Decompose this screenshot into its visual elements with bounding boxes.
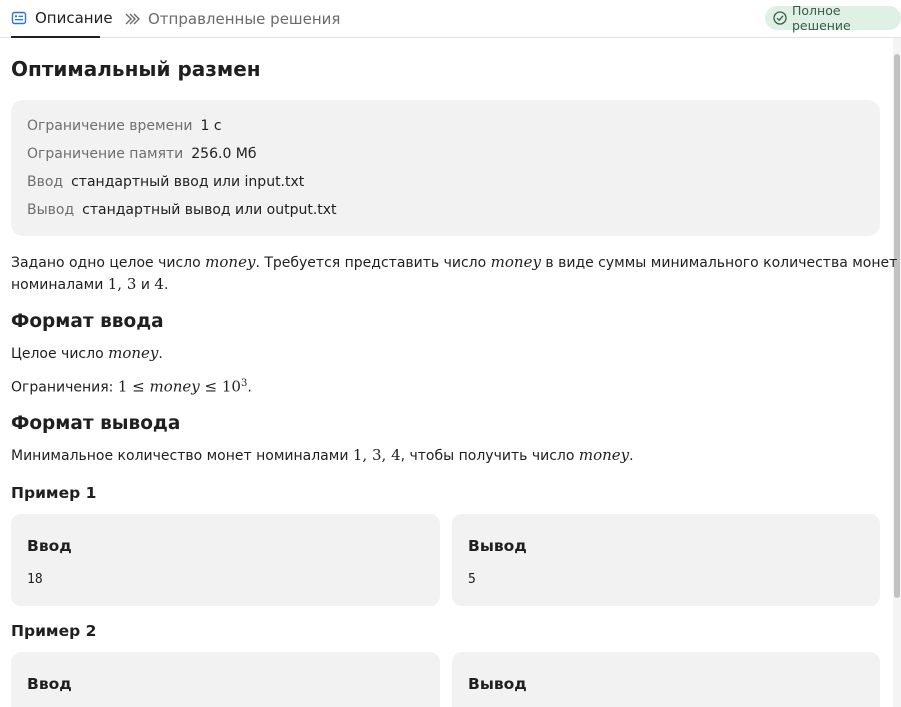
limits-panel: Ограничение времени 1 с Ограничение памят… (11, 100, 880, 236)
limit-key: Ограничение времени (27, 118, 193, 134)
math-money: money (578, 446, 630, 464)
limit-key: Ввод (27, 174, 64, 190)
example-1-input-box: Ввод 18 (11, 514, 440, 606)
math-comma: , (362, 446, 372, 464)
math-number: 3 (126, 275, 137, 293)
example-2-heading: Пример 2 (11, 622, 97, 640)
output-format-heading: Формат вывода (11, 413, 181, 434)
math-leq: ≤ (127, 377, 150, 396)
statement-text: и (136, 277, 155, 293)
statement-text: в виде суммы минимального количества мон… (540, 255, 898, 271)
input-format-heading: Формат ввода (11, 311, 164, 332)
limit-row-memory: Ограничение памяти 256.0 Мб (27, 144, 257, 164)
output-format-line: Минимальное количество монет номиналами (11, 448, 353, 464)
constraints-label: Ограничения: (11, 379, 118, 396)
tab-submissions[interactable]: Отправленные решения (124, 0, 340, 38)
math-comma: , (117, 275, 127, 293)
limit-value: 256.0 Мб (191, 146, 257, 162)
example-1-output-box: Вывод 5 (452, 514, 880, 606)
tab-submissions-label: Отправленные решения (148, 10, 341, 28)
limit-key: Ограничение памяти (27, 146, 184, 162)
list-card-icon (11, 10, 27, 26)
tab-description[interactable]: Описание (11, 0, 113, 38)
statement-text: . (629, 448, 634, 464)
example-output-label: Вывод (468, 537, 527, 555)
limit-key: Вывод (27, 202, 75, 218)
statement-text: . (163, 277, 169, 293)
example-output-value: 5 (468, 572, 476, 587)
limit-value: стандартный вывод или output.txt (82, 202, 337, 218)
tab-description-label: Описание (35, 9, 113, 27)
math-number: 1 (117, 377, 128, 396)
statement-text: номиналами (11, 277, 108, 293)
problem-statement: Задано одно целое число money. Требуется… (11, 252, 897, 296)
input-format-text: Целое число money. (11, 343, 163, 365)
example-1-heading: Пример 1 (11, 484, 97, 502)
output-format-text: Минимальное количество монет номиналами … (11, 445, 634, 467)
output-format-line: , чтобы получить число (400, 448, 579, 464)
problem-title: Оптимальный размен (11, 57, 261, 81)
input-constraints: Ограничения: 1 ≤ money ≤ 103. (11, 373, 252, 399)
limit-row-output: Вывод стандартный вывод или output.txt (27, 200, 337, 220)
limit-value: 1 с (200, 118, 222, 134)
math-number: 1 (352, 446, 363, 464)
limit-value: стандартный ввод или input.txt (71, 174, 305, 190)
example-output-label: Вывод (468, 675, 527, 693)
limit-row-input: Ввод стандартный ввод или input.txt (27, 172, 304, 192)
math-money: money (490, 253, 541, 271)
example-input-label: Ввод (27, 537, 72, 555)
example-2-output-box: Вывод (452, 652, 880, 707)
math-comma: , (381, 446, 392, 464)
scrollbar-thumb[interactable] (894, 54, 900, 598)
math-money: money (205, 253, 256, 271)
math-number: 4 (391, 446, 401, 464)
status-badge-label: Полное решение (792, 3, 851, 33)
math-money: money (149, 377, 200, 396)
statement-text: Задано одно целое число (11, 255, 206, 271)
tab-bar: Описание Отправленные решения Полное реш… (0, 0, 901, 38)
example-input-label: Ввод (27, 675, 72, 693)
example-2-input-box: Ввод (11, 652, 440, 707)
example-input-value: 18 (27, 572, 43, 587)
double-chevron-right-icon (124, 11, 140, 27)
statement-text: . (247, 379, 252, 396)
math-money: money (108, 344, 159, 362)
check-circle-icon (773, 11, 787, 25)
math-number: 4 (154, 275, 164, 293)
limit-row-time: Ограничение времени 1 с (27, 116, 222, 136)
math-number: 3 (371, 446, 382, 464)
statement-text: . Требуется представить число (255, 255, 491, 271)
status-badge: Полное решение (765, 3, 901, 33)
math-number: 1 (107, 275, 118, 293)
input-format-line: Целое число (11, 346, 109, 362)
statement-text: . (158, 346, 163, 362)
math-leq: ≤ (199, 377, 222, 396)
math-number: 10 (221, 377, 241, 396)
